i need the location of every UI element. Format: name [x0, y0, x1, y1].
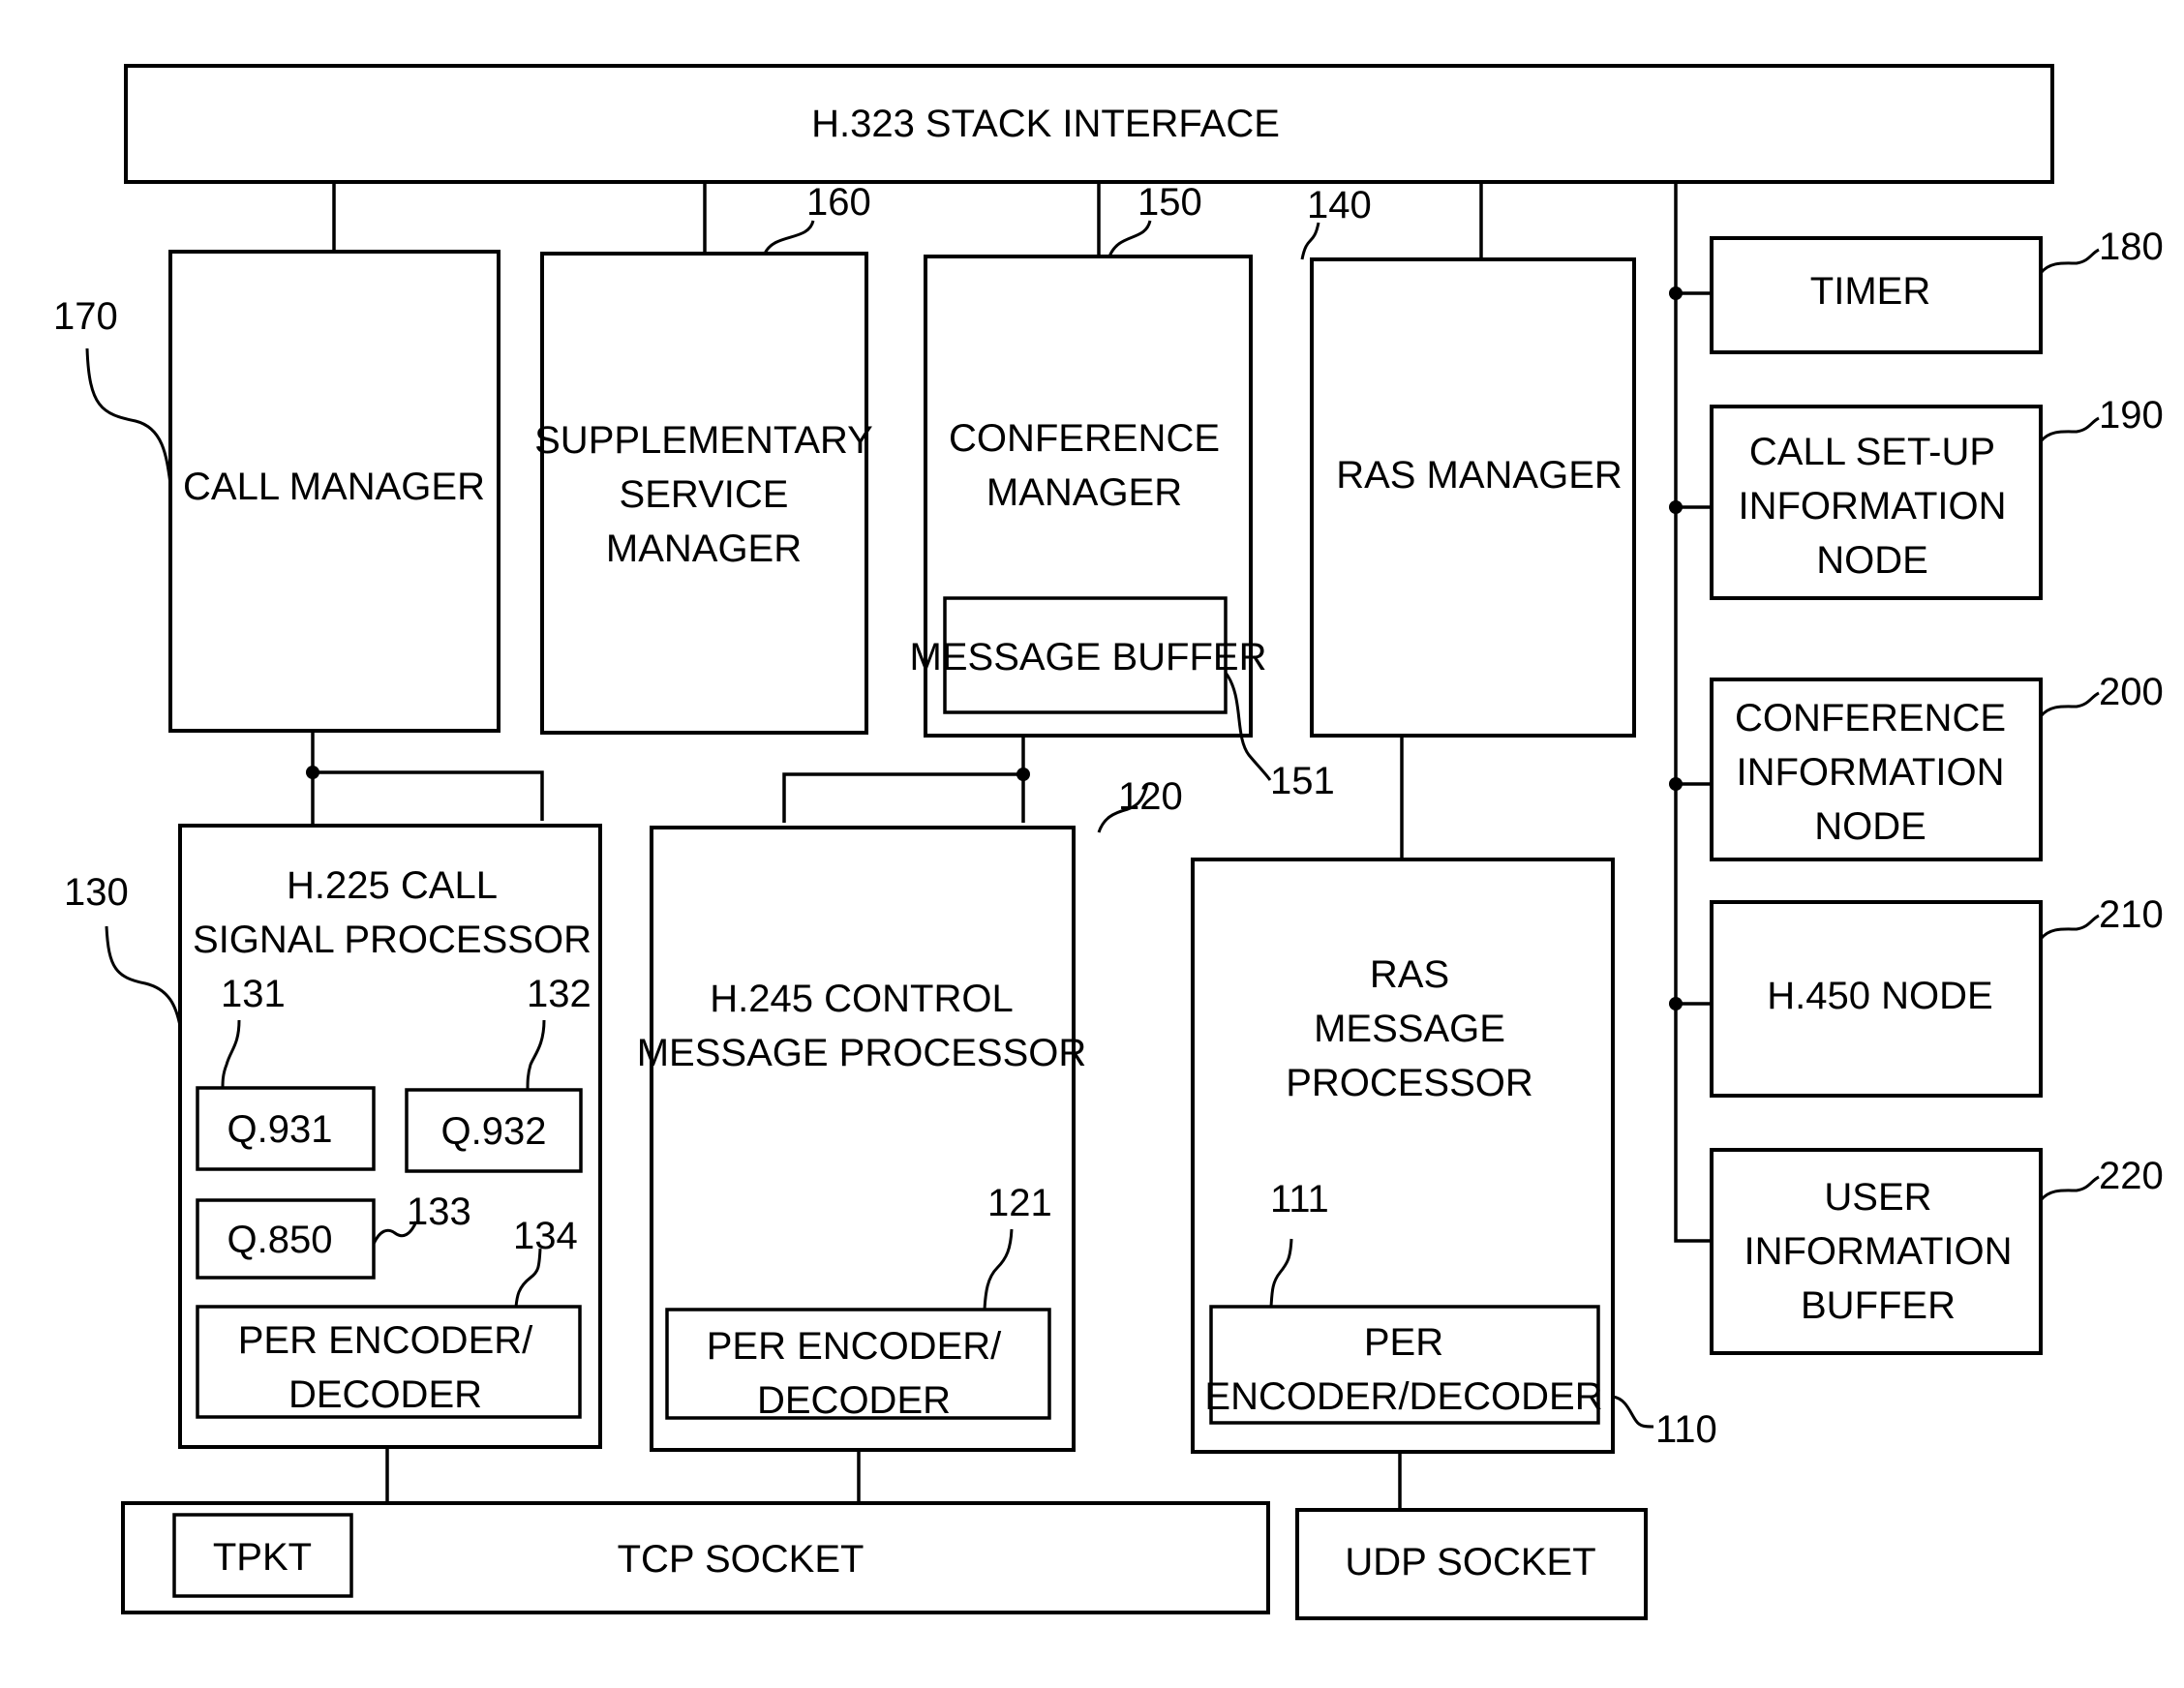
udp-socket-label: UDP SOCKET: [1345, 1541, 1595, 1583]
leader-130: [105, 925, 182, 1027]
call-manager-label-line-1: CALL MANAGER: [183, 466, 485, 508]
ref-111: 111: [1270, 1178, 1329, 1221]
ref-132: 132: [527, 973, 592, 1015]
stack-interface-block: H.323 STACK INTERFACE: [124, 64, 2054, 184]
q931-label: Q.931: [228, 1108, 333, 1151]
ras-message-processor-label-line-2: MESSAGE: [1314, 1008, 1505, 1050]
leader-220: [2039, 1175, 2100, 1202]
timer-label-line-1: TIMER: [1810, 270, 1930, 313]
user-information-buffer-label-line-1: USER: [1824, 1176, 1931, 1219]
ras-manager-block: [1310, 257, 1636, 738]
h245-per-encoder-label-line-2: DECODER: [757, 1379, 951, 1422]
q850-label: Q.850: [228, 1219, 333, 1261]
leader-200: [2039, 691, 2100, 718]
h225-call-signal-processor-label-line-1: H.225 CALL: [287, 864, 498, 907]
ref-140: 140: [1307, 184, 1372, 226]
q932-label: Q.932: [441, 1110, 547, 1153]
junction-dot-conference-info: [1669, 777, 1683, 791]
timer-label: TIMER: [1810, 270, 1930, 313]
call-setup-information-node-label-line-3: NODE: [1816, 539, 1928, 582]
call-setup-information-node-label-line-2: INFORMATION: [1738, 485, 2006, 528]
leader-180: [2039, 248, 2100, 275]
message-buffer-label: MESSAGE BUFFER: [910, 636, 1267, 678]
leader-140: [1300, 222, 1320, 260]
leader-110: [1612, 1395, 1654, 1429]
conference-information-node-label-line-3: NODE: [1814, 805, 1926, 848]
wire-right-bus: [1674, 184, 1712, 1243]
ref-210: 210: [2099, 893, 2164, 936]
h245-control-message-processor-label-line-1: H.245 CONTROL: [710, 978, 1013, 1020]
wire-conference-manager-to-h245-b: [782, 772, 1023, 823]
conference-manager-label-line-2: MANAGER: [986, 471, 1182, 514]
ras-per-encoder-label-line-1: PER: [1364, 1321, 1443, 1364]
leader-210: [2039, 914, 2100, 941]
ref-220: 220: [2099, 1155, 2164, 1197]
stack-interface-label: H.323 STACK INTERFACE: [811, 103, 1280, 145]
ras-message-processor-label-line-3: PROCESSOR: [1286, 1062, 1533, 1104]
supplementary-service-manager-label-line-2: SERVICE: [620, 473, 789, 516]
h245-control-message-processor-label-line-2: MESSAGE PROCESSOR: [637, 1032, 1087, 1074]
call-manager-label: CALL MANAGER: [183, 466, 485, 508]
ref-170: 170: [53, 295, 118, 338]
junction-dot-call-manager: [306, 766, 319, 779]
supplementary-service-manager-label-line-3: MANAGER: [606, 528, 802, 570]
ref-131: 131: [221, 973, 286, 1015]
user-information-buffer-label-line-3: BUFFER: [1801, 1284, 1956, 1327]
message-buffer-label-line-1: MESSAGE BUFFER: [910, 636, 1267, 678]
q850-label-line-1: Q.850: [228, 1219, 333, 1261]
junction-dot-timer: [1669, 286, 1683, 300]
h245-per-encoder-label-line-1: PER ENCODER/: [707, 1325, 1002, 1368]
supplementary-service-manager-label-line-1: SUPPLEMENTARY: [534, 419, 873, 462]
ref-190: 190: [2099, 394, 2164, 437]
udp-socket-label-line-1: UDP SOCKET: [1345, 1541, 1595, 1583]
h225-call-signal-processor-label-line-2: SIGNAL PROCESSOR: [193, 919, 592, 961]
q931-label-line-1: Q.931: [228, 1108, 333, 1151]
conference-manager-label-line-1: CONFERENCE: [949, 417, 1220, 460]
junction-dot-h450: [1669, 997, 1683, 1010]
h323-stack-block-diagram: H.323 STACK INTERFACE 170 160 150 140 18…: [53, 64, 2164, 1620]
ref-120: 120: [1118, 775, 1183, 818]
ref-151: 151: [1270, 760, 1335, 802]
leader-170: [85, 347, 172, 485]
ref-180: 180: [2099, 226, 2164, 268]
user-information-buffer-label-line-2: INFORMATION: [1744, 1230, 2012, 1273]
conference-information-node-label-line-1: CONFERENCE: [1735, 697, 2006, 739]
ras-per-encoder-label-line-2: ENCODER/DECODER: [1204, 1375, 1602, 1418]
tcp-socket-label-line-1: TCP SOCKET: [618, 1538, 864, 1581]
call-setup-information-node-label-line-1: CALL SET-UP: [1749, 431, 1995, 473]
h450-node-label-line-1: H.450 NODE: [1767, 975, 1992, 1017]
ras-manager-label: RAS MANAGER: [1336, 454, 1623, 497]
q932-label-line-1: Q.932: [441, 1110, 547, 1153]
ref-160: 160: [806, 181, 871, 224]
leader-190: [2039, 416, 2100, 443]
ref-133: 133: [407, 1191, 471, 1233]
junction-dot-call-setup: [1669, 500, 1683, 514]
leader-160: [763, 220, 815, 255]
wire-call-manager-to-h245: [313, 770, 544, 821]
h225-per-encoder-label-line-1: PER ENCODER/: [238, 1319, 533, 1362]
ras-message-processor-label-line-1: RAS: [1370, 953, 1449, 996]
tcp-socket-label: TCP SOCKET: [618, 1538, 864, 1581]
ref-134: 134: [513, 1215, 578, 1257]
ref-121: 121: [987, 1182, 1052, 1224]
ref-200: 200: [2099, 671, 2164, 713]
h450-node-label: H.450 NODE: [1767, 975, 1992, 1017]
ras-manager-label-line-1: RAS MANAGER: [1336, 454, 1623, 497]
ref-110: 110: [1655, 1408, 1717, 1451]
h225-per-encoder-label-line-2: DECODER: [288, 1373, 482, 1416]
conference-information-node-label-line-2: INFORMATION: [1736, 751, 2004, 794]
leader-150: [1107, 220, 1152, 257]
ref-150: 150: [1138, 181, 1202, 224]
junction-dot-conference-manager: [1016, 768, 1030, 781]
tpkt-label-line-1: TPKT: [213, 1536, 312, 1579]
tpkt-label: TPKT: [213, 1536, 312, 1579]
ref-130: 130: [64, 871, 129, 914]
